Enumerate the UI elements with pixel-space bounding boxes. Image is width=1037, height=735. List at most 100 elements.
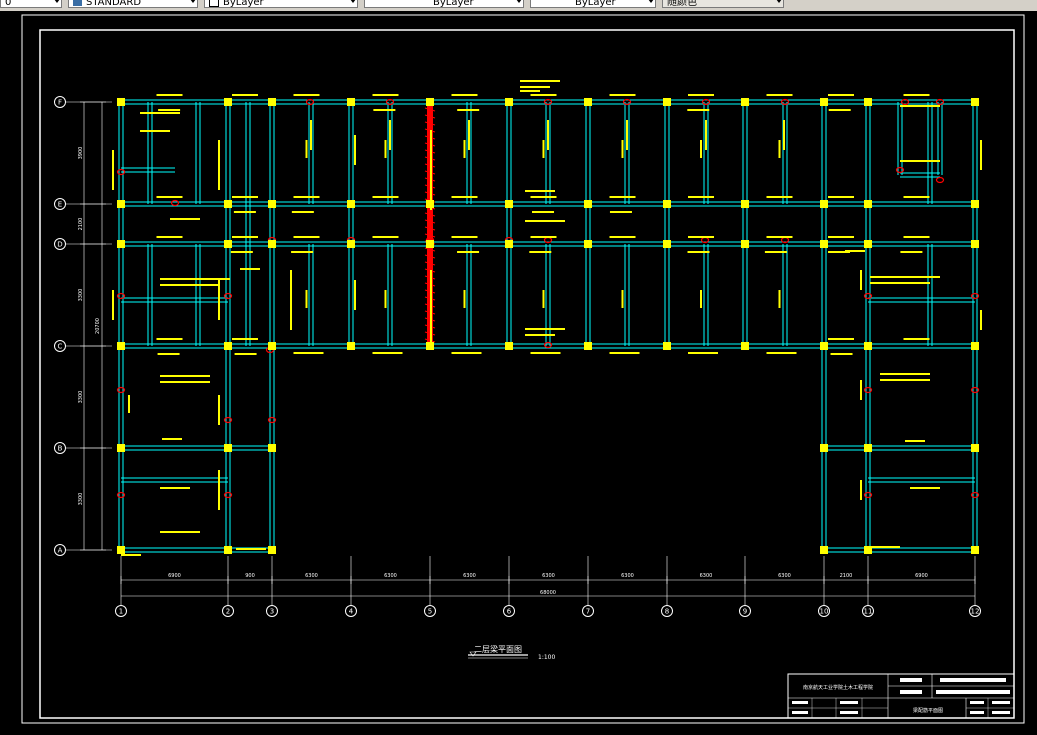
annotation-mark <box>900 105 940 107</box>
color-value: ByLayer <box>223 0 264 8</box>
annotation-mark <box>520 80 560 82</box>
column <box>820 98 828 106</box>
column <box>741 342 749 350</box>
annotation-mark <box>305 140 308 158</box>
annotation-mark <box>293 236 320 238</box>
column <box>268 200 276 208</box>
column <box>971 546 979 554</box>
text-style-dropdown[interactable]: STANDARD <box>68 0 198 8</box>
annotation-mark <box>520 90 540 92</box>
col-axis-2-label: 2 <box>226 608 230 616</box>
column <box>663 342 671 350</box>
lineweight-dropdown[interactable]: ByLayer <box>530 0 656 8</box>
annotation-mark <box>451 236 478 238</box>
annotation-mark <box>903 196 930 198</box>
color-dropdown[interactable]: ByLayer <box>204 0 358 8</box>
row-axis-A-label: A <box>58 547 63 555</box>
annotation-mark <box>451 352 482 354</box>
column <box>268 98 276 106</box>
annotation-mark <box>160 381 210 383</box>
column <box>971 444 979 452</box>
column <box>971 342 979 350</box>
column <box>505 240 513 248</box>
column <box>584 200 592 208</box>
annotation-mark <box>688 94 714 96</box>
annotation-mark <box>903 94 930 96</box>
layer-dropdown[interactable]: 0 <box>0 0 62 8</box>
annotation-mark <box>290 270 292 330</box>
annotation-mark <box>688 196 714 198</box>
annotation-mark <box>234 353 257 355</box>
column <box>584 342 592 350</box>
annotation-mark <box>766 236 793 238</box>
annotation-mark <box>232 236 258 238</box>
annotation-mark <box>778 290 781 308</box>
annotation-mark <box>766 352 797 354</box>
column <box>268 546 276 554</box>
annotation-mark <box>354 135 356 165</box>
annotation-mark <box>880 373 930 375</box>
horizontal-dim-text: 900 <box>245 573 255 579</box>
annotation-mark <box>828 109 851 111</box>
color-swatch-icon <box>209 0 219 7</box>
annotation-mark <box>621 140 624 158</box>
column <box>820 546 828 554</box>
drawing-canvas[interactable]: F E D C B A 1 2 3 4 5 6 7 8 9 10 11 12 3900 2100 3300 3300 33… <box>0 0 1037 731</box>
annotation-mark <box>905 440 925 442</box>
column <box>426 98 434 106</box>
horizontal-dim-text: 6300 <box>700 573 713 579</box>
beam-end-marker <box>170 199 180 207</box>
annotation-mark <box>463 140 466 158</box>
column <box>117 240 125 248</box>
annotation-mark <box>903 236 930 238</box>
column <box>224 444 232 452</box>
annotation-mark <box>430 270 432 350</box>
column <box>971 98 979 106</box>
annotation-mark <box>310 120 312 150</box>
plotstyle-dropdown[interactable]: 随颜色 <box>662 0 784 8</box>
col-axis-1-label: 1 <box>119 608 123 616</box>
annotation-mark <box>372 196 399 198</box>
annotation-mark <box>291 251 314 253</box>
annotation-mark <box>525 334 555 336</box>
column <box>864 342 872 350</box>
plan-scale-text: 1:100 <box>538 654 555 661</box>
linetype-dropdown[interactable]: ByLayer <box>364 0 524 8</box>
annotation-mark <box>860 270 862 290</box>
annotation-mark <box>157 353 180 355</box>
text-style-icon <box>73 0 82 6</box>
column <box>741 98 749 106</box>
cad-drawing[interactable]: FEDCBA1 2 3 4 5 6 7 8 9 10 11 12 390021003300330033… <box>0 0 1037 731</box>
annotation-mark <box>158 109 181 111</box>
column <box>820 342 828 350</box>
row-axis-B-label: B <box>58 445 63 453</box>
annotation-mark <box>860 480 862 500</box>
chevron-down-icon <box>516 0 522 3</box>
annotation-mark <box>700 290 702 308</box>
annotation-mark <box>160 375 210 377</box>
vertical-dim-text: 3300 <box>78 391 84 404</box>
annotation-mark <box>900 160 940 162</box>
annotation-mark <box>609 352 640 354</box>
vertical-dim-text: 3900 <box>78 147 84 160</box>
vertical-dim-text: 3300 <box>78 493 84 506</box>
annotation-mark <box>232 94 258 96</box>
col-axis-6-label: 6 <box>507 608 512 616</box>
column <box>820 200 828 208</box>
column <box>224 200 232 208</box>
plan-title-text: 二层梁平面图 <box>474 645 522 654</box>
annotation-mark <box>451 196 478 198</box>
column <box>971 240 979 248</box>
column <box>268 240 276 248</box>
annotation-mark <box>372 94 399 96</box>
annotation-mark <box>687 109 710 111</box>
annotation-mark <box>900 251 923 253</box>
column <box>117 200 125 208</box>
horizontal-dim-text: 6900 <box>168 573 181 579</box>
row-axis-F-label: F <box>58 99 62 107</box>
annotation-mark <box>530 94 557 96</box>
beam-layer <box>118 99 978 553</box>
column <box>505 98 513 106</box>
axis-bubbles: FEDCBA1 2 3 4 5 6 7 8 9 10 11 12 <box>54 96 981 617</box>
annotation-mark <box>230 251 253 253</box>
